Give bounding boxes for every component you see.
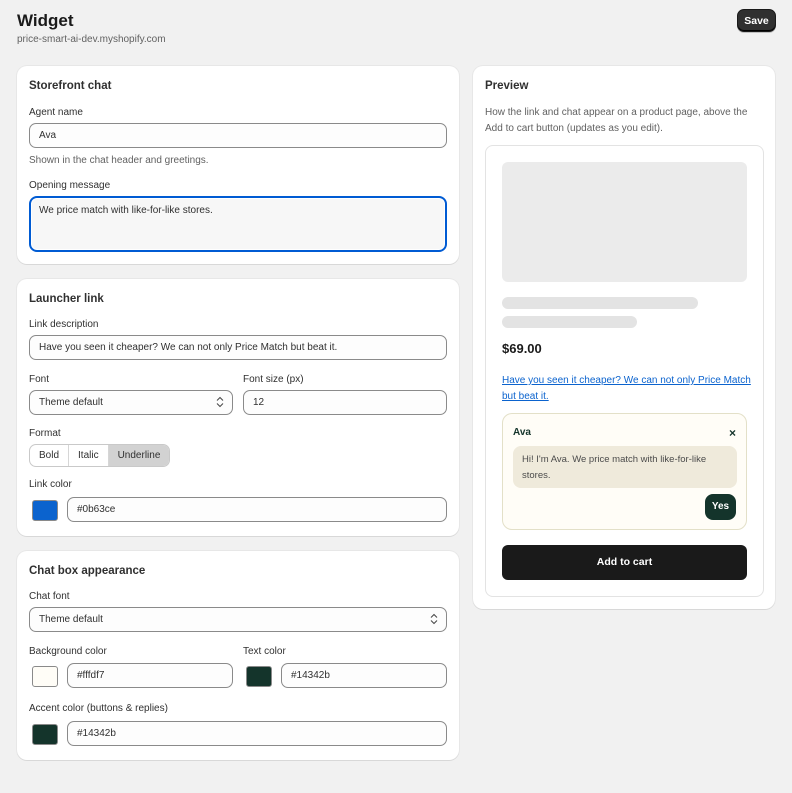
close-icon[interactable]: × — [729, 426, 736, 440]
launcher-link-preview[interactable]: Have you seen it cheaper? We can not onl… — [502, 373, 752, 405]
format-label: Format — [29, 428, 61, 439]
link-description-field[interactable]: Have you seen it cheaper? We can not onl… — [29, 335, 447, 360]
card-title: Preview — [485, 80, 529, 92]
font-select-value: Theme default — [39, 397, 103, 408]
card-title: Chat box appearance — [29, 565, 146, 577]
background-color-swatch[interactable] — [32, 666, 58, 687]
accent-color-swatch[interactable] — [32, 724, 58, 745]
product-price: $69.00 — [502, 341, 542, 356]
save-button[interactable]: Save — [737, 9, 776, 32]
link-color-field[interactable]: #0b63ce — [67, 497, 447, 522]
add-to-cart-button[interactable]: Add to cart — [502, 545, 747, 580]
format-button-group: Bold Italic Underline — [29, 444, 171, 467]
background-color-field[interactable]: #fffdf7 — [67, 663, 233, 688]
storefront-chat-card: Storefront chat Agent name Ava Shown in … — [17, 66, 459, 264]
text-color-label: Text color — [243, 646, 286, 657]
launcher-link-card: Launcher link Link description Have you … — [17, 279, 459, 536]
title-placeholder — [502, 297, 698, 309]
select-arrows-icon — [216, 396, 224, 408]
page-title: Widget — [17, 11, 74, 30]
preview-card: Preview How the link and chat appear on … — [473, 66, 775, 609]
chat-agent-name: Ava — [513, 427, 531, 438]
opening-message-label: Opening message — [29, 180, 111, 191]
accent-color-field[interactable]: #14342b — [67, 721, 447, 746]
chat-box-preview: Ava × Hi! I'm Ava. We price match with l… — [502, 413, 747, 530]
product-page-preview: $69.00 Have you seen it cheaper? We can … — [485, 145, 764, 597]
preview-description: How the link and chat appear on a produc… — [485, 107, 748, 134]
font-select[interactable]: Theme default — [29, 390, 233, 415]
format-bold-button[interactable]: Bold — [30, 445, 70, 466]
chat-message-bubble: Hi! I'm Ava. We price match with like-fo… — [513, 446, 737, 488]
accent-color-label: Accent color (buttons & replies) — [29, 703, 168, 714]
reply-yes-button[interactable]: Yes — [705, 494, 736, 520]
card-title: Storefront chat — [29, 80, 112, 92]
link-description-label: Link description — [29, 319, 99, 330]
chat-box-appearance-card: Chat box appearance Chat font Theme defa… — [17, 551, 459, 760]
agent-name-label: Agent name — [29, 107, 83, 118]
chat-font-label: Chat font — [29, 591, 70, 602]
agent-name-help: Shown in the chat header and greetings. — [29, 155, 209, 166]
font-size-field[interactable]: 12 — [243, 390, 447, 415]
font-label: Font — [29, 374, 50, 385]
chat-font-select[interactable]: Theme default — [29, 607, 447, 632]
select-arrows-icon — [430, 613, 438, 625]
text-color-swatch[interactable] — [246, 666, 272, 687]
background-color-label: Background color — [29, 646, 107, 657]
chat-font-select-value: Theme default — [39, 614, 103, 625]
store-domain: price-smart-ai-dev.myshopify.com — [17, 34, 166, 45]
format-underline-button[interactable]: Underline — [108, 445, 170, 466]
agent-name-field[interactable]: Ava — [29, 123, 447, 148]
font-size-label: Font size (px) — [243, 374, 304, 385]
link-color-swatch[interactable] — [32, 500, 58, 521]
product-image-placeholder — [502, 162, 747, 282]
link-color-label: Link color — [29, 479, 72, 490]
opening-message-textarea[interactable]: We price match with like-for-like stores… — [29, 196, 447, 252]
card-title: Launcher link — [29, 293, 104, 305]
format-italic-button[interactable]: Italic — [69, 445, 109, 466]
text-color-field[interactable]: #14342b — [281, 663, 447, 688]
subtitle-placeholder — [502, 316, 637, 328]
